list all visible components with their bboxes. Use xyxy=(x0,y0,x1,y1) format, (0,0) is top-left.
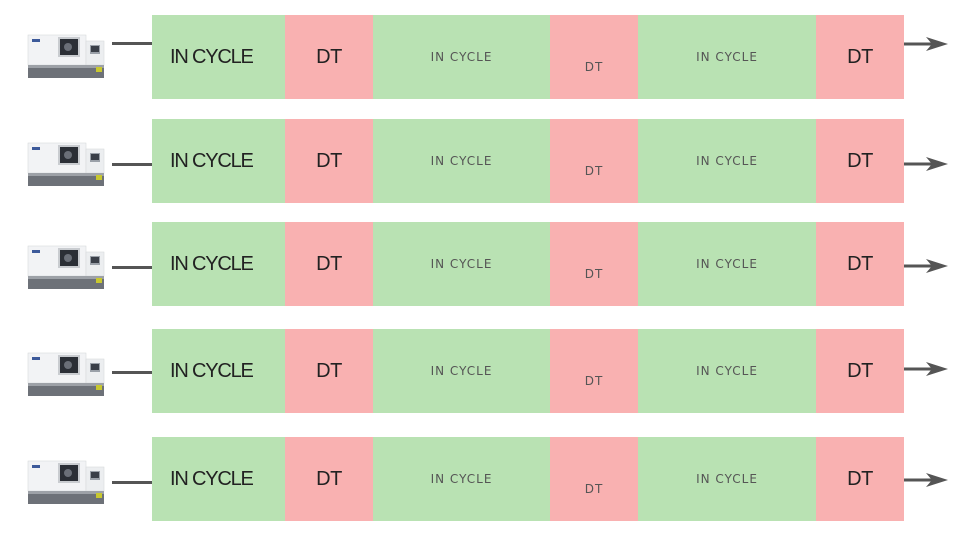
in-cycle-segment: IN CYCLE xyxy=(373,437,550,521)
machine-image xyxy=(26,242,106,292)
segment-label: IN CYCLE xyxy=(696,154,758,168)
machine-row: IN CYCLE DT IN CYCLE DT IN CYCLE DT xyxy=(0,329,960,413)
segment-label: DT xyxy=(316,467,342,490)
segment-label: DT xyxy=(584,164,604,178)
downtime-segment: DT xyxy=(816,437,904,521)
in-cycle-segment: IN CYCLE xyxy=(373,15,550,99)
downtime-segment: DT xyxy=(550,15,638,99)
machine-image xyxy=(26,31,106,81)
downtime-segment: DT xyxy=(550,222,638,306)
downtime-segment: DT xyxy=(816,119,904,203)
timeline-bar: IN CYCLE DT IN CYCLE DT IN CYCLE DT xyxy=(152,15,904,99)
in-cycle-segment: IN CYCLE xyxy=(373,119,550,203)
cnc-lathe-icon xyxy=(27,245,105,289)
segment-label: IN CYCLE xyxy=(170,149,254,172)
segment-label: IN CYCLE xyxy=(170,252,254,275)
segment-label: IN CYCLE xyxy=(696,472,758,486)
downtime-segment: DT xyxy=(550,119,638,203)
cnc-lathe-icon xyxy=(27,352,105,396)
in-cycle-segment: IN CYCLE xyxy=(152,329,285,413)
machine-image xyxy=(26,349,106,399)
cnc-lathe-icon xyxy=(27,142,105,186)
arrow-right-icon xyxy=(904,259,948,273)
segment-label: DT xyxy=(316,359,342,382)
machine-row: IN CYCLE DT IN CYCLE DT IN CYCLE DT xyxy=(0,437,960,521)
connector-line xyxy=(112,42,152,45)
downtime-segment: DT xyxy=(285,222,373,306)
segment-label: DT xyxy=(847,467,873,490)
in-cycle-segment: IN CYCLE xyxy=(373,222,550,306)
connector-line xyxy=(112,266,152,269)
downtime-segment: DT xyxy=(816,329,904,413)
segment-label: DT xyxy=(316,45,342,68)
in-cycle-segment: IN CYCLE xyxy=(373,329,550,413)
segment-label: IN CYCLE xyxy=(430,257,493,271)
segment-label: DT xyxy=(847,252,873,275)
segment-label: DT xyxy=(847,359,873,382)
in-cycle-segment: IN CYCLE xyxy=(638,222,816,306)
connector-line xyxy=(112,163,152,166)
arrow-right-icon xyxy=(904,362,948,376)
segment-label: DT xyxy=(584,267,604,281)
downtime-segment: DT xyxy=(285,329,373,413)
machine-image xyxy=(26,457,106,507)
segment-label: IN CYCLE xyxy=(430,50,493,64)
downtime-segment: DT xyxy=(285,119,373,203)
cnc-lathe-icon xyxy=(27,460,105,504)
timeline-bar: IN CYCLE DT IN CYCLE DT IN CYCLE DT xyxy=(152,222,904,306)
in-cycle-segment: IN CYCLE xyxy=(638,15,816,99)
segment-label: IN CYCLE xyxy=(696,364,758,378)
machine-row: IN CYCLE DT IN CYCLE DT IN CYCLE DT xyxy=(0,15,960,99)
in-cycle-segment: IN CYCLE xyxy=(152,15,285,99)
in-cycle-segment: IN CYCLE xyxy=(152,119,285,203)
in-cycle-segment: IN CYCLE xyxy=(638,329,816,413)
segment-label: IN CYCLE xyxy=(170,359,254,382)
connector-line xyxy=(112,481,152,484)
timeline-bar: IN CYCLE DT IN CYCLE DT IN CYCLE DT xyxy=(152,119,904,203)
downtime-segment: DT xyxy=(285,437,373,521)
in-cycle-segment: IN CYCLE xyxy=(152,437,285,521)
machine-image xyxy=(26,139,106,189)
segment-label: IN CYCLE xyxy=(696,50,758,64)
segment-label: DT xyxy=(584,374,604,388)
downtime-segment: DT xyxy=(816,222,904,306)
segment-label: DT xyxy=(584,482,604,496)
machine-row: IN CYCLE DT IN CYCLE DT IN CYCLE DT xyxy=(0,222,960,306)
segment-label: DT xyxy=(316,252,342,275)
downtime-segment: DT xyxy=(550,329,638,413)
segment-label: IN CYCLE xyxy=(170,467,254,490)
in-cycle-segment: IN CYCLE xyxy=(152,222,285,306)
connector-line xyxy=(112,371,152,374)
in-cycle-segment: IN CYCLE xyxy=(638,437,816,521)
cnc-lathe-icon xyxy=(27,34,105,78)
machine-row: IN CYCLE DT IN CYCLE DT IN CYCLE DT xyxy=(0,119,960,203)
segment-label: DT xyxy=(847,45,873,68)
downtime-segment: DT xyxy=(550,437,638,521)
segment-label: IN CYCLE xyxy=(430,154,493,168)
segment-label: DT xyxy=(584,60,604,74)
timeline-bar: IN CYCLE DT IN CYCLE DT IN CYCLE DT xyxy=(152,437,904,521)
downtime-segment: DT xyxy=(816,15,904,99)
segment-label: IN CYCLE xyxy=(170,45,254,68)
segment-label: IN CYCLE xyxy=(430,364,493,378)
segment-label: DT xyxy=(847,149,873,172)
timeline-bar: IN CYCLE DT IN CYCLE DT IN CYCLE DT xyxy=(152,329,904,413)
in-cycle-segment: IN CYCLE xyxy=(638,119,816,203)
arrow-right-icon xyxy=(904,473,948,487)
segment-label: IN CYCLE xyxy=(430,472,493,486)
arrow-right-icon xyxy=(904,157,948,171)
segment-label: DT xyxy=(316,149,342,172)
downtime-segment: DT xyxy=(285,15,373,99)
arrow-right-icon xyxy=(904,37,948,51)
segment-label: IN CYCLE xyxy=(696,257,758,271)
